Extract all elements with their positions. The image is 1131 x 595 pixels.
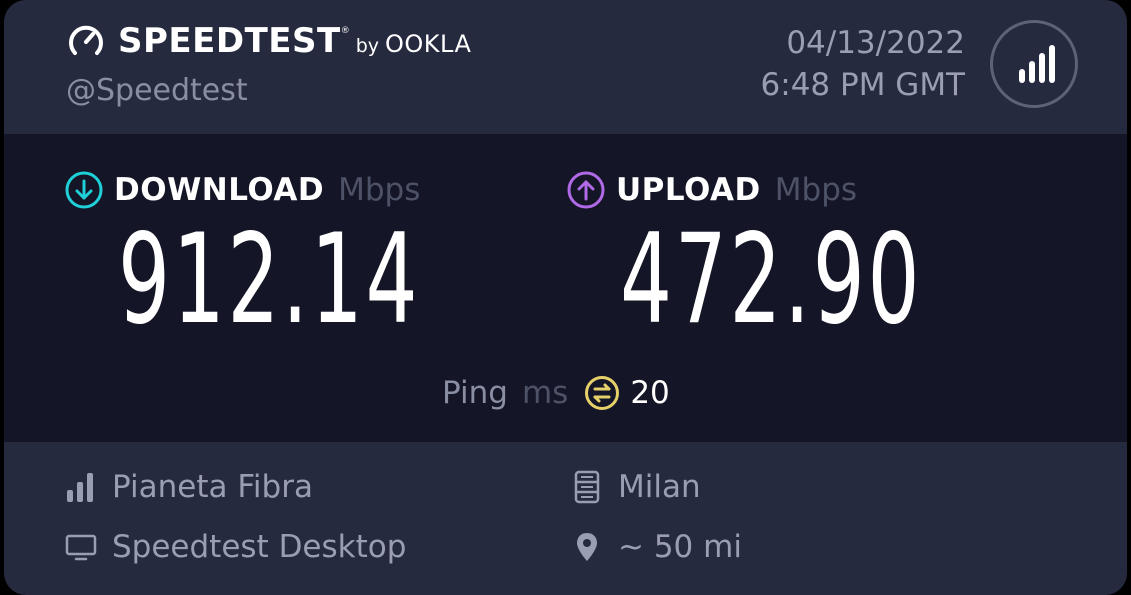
download-label: DOWNLOAD	[114, 172, 325, 208]
results-panel: DOWNLOAD Mbps 912.14 UPLOAD Mbps 472.90 …	[4, 134, 1127, 442]
upload-label: UPLOAD	[616, 172, 761, 208]
brand-trademark: ®	[340, 26, 350, 36]
upload-header: UPLOAD Mbps	[566, 170, 857, 210]
map-pin-icon	[577, 533, 597, 561]
server-location: Milan	[618, 469, 701, 505]
signal-bars-icon	[67, 473, 93, 502]
upload-unit: Mbps	[774, 172, 858, 208]
results-history-button[interactable]	[990, 20, 1078, 108]
signal-bars-icon	[1019, 45, 1055, 83]
isp-info: Pianeta Fibra	[64, 467, 313, 507]
speedtest-handle: @Speedtest	[66, 73, 248, 108]
ookla-logo: OOKLA	[385, 30, 472, 58]
download-unit: Mbps	[338, 172, 421, 208]
server-distance: ~ 50 mi	[618, 529, 742, 565]
ping-value: 20	[630, 375, 670, 411]
result-time: 6:48 PM GMT	[760, 67, 965, 103]
brand-name: SPEEDTEST	[118, 21, 341, 61]
ping-label: Ping	[442, 375, 508, 411]
result-datetime: 04/13/2022 6:48 PM GMT	[761, 22, 965, 106]
ping-unit: ms	[521, 375, 569, 411]
ping-icon	[585, 376, 620, 410]
speedtest-result-card: SPEEDTEST ® by OOKLA @Speedtest 04/13/20…	[4, 0, 1127, 595]
client-name: Speedtest Desktop	[112, 529, 407, 565]
upload-speed-value: 472.90	[620, 208, 923, 352]
client-info: Speedtest Desktop	[64, 527, 406, 567]
speedtest-logo: SPEEDTEST ® by OOKLA	[66, 20, 471, 62]
speedometer-icon	[69, 25, 103, 55]
isp-name: Pianeta Fibra	[112, 469, 313, 505]
arrow-down-circle-icon	[65, 171, 103, 209]
result-date: 04/13/2022	[786, 25, 965, 61]
brand-by: by	[355, 35, 379, 57]
distance-info: ~ 50 mi	[570, 527, 742, 567]
ping-row: Ping ms 20	[442, 372, 670, 414]
desktop-monitor-icon	[65, 534, 97, 561]
download-speed-value: 912.14	[118, 208, 421, 352]
arrow-up-circle-icon	[567, 171, 605, 209]
download-header: DOWNLOAD Mbps	[64, 170, 420, 210]
result-header: SPEEDTEST ® by OOKLA @Speedtest 04/13/20…	[4, 0, 1127, 134]
server-info[interactable]: Milan	[570, 467, 701, 507]
server-icon	[574, 470, 600, 504]
